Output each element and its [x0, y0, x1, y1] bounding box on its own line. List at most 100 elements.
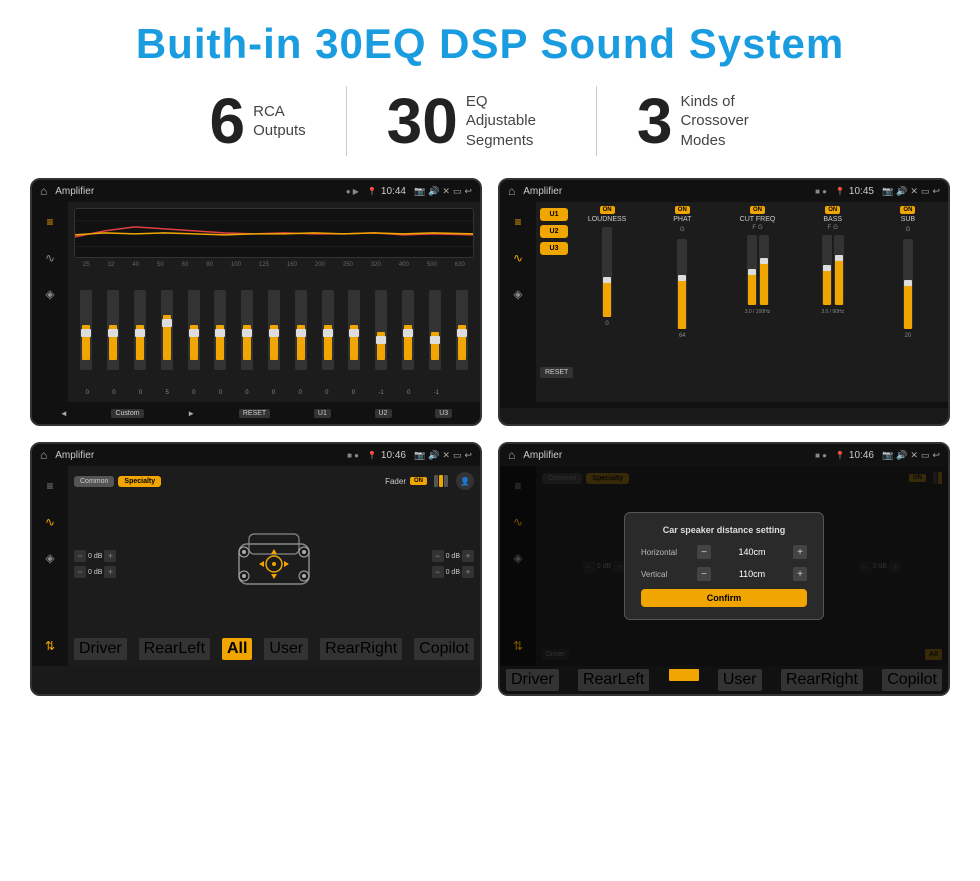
eq-slider-13[interactable] [402, 290, 414, 370]
left-top-plus[interactable]: + [104, 550, 116, 562]
eq-slider-12[interactable] [375, 290, 387, 370]
eq-slider-3[interactable] [134, 290, 146, 370]
left-bottom-minus[interactable]: − [74, 566, 86, 578]
eq-u3-button[interactable]: U3 [435, 409, 452, 418]
rearleft-button[interactable]: RearLeft [139, 638, 210, 660]
crossover-reset-button[interactable]: RESET [540, 367, 573, 378]
wave-icon-2[interactable]: ∿ [506, 246, 530, 270]
eq-slider-2[interactable] [107, 290, 119, 370]
fader-dialog-status-bar: ⌂ Amplifier ■ ● 📍 10:46 📷 🔊 ✕ ▭ ↩ [500, 444, 948, 466]
eq-slider-14[interactable] [429, 290, 441, 370]
right-top-minus[interactable]: − [432, 550, 444, 562]
right-bottom-plus[interactable]: + [462, 566, 474, 578]
left-top-minus[interactable]: − [74, 550, 86, 562]
eq-slider-7[interactable] [241, 290, 253, 370]
crossover-bottom-bar [500, 402, 948, 408]
speaker-icon-2[interactable]: ◈ [506, 282, 530, 306]
eq-slider-8[interactable] [268, 290, 280, 370]
driver-button[interactable]: Driver [74, 638, 127, 660]
cutfreq-on-badge: ON [750, 206, 765, 214]
rearright-button[interactable]: RearRight [320, 638, 402, 660]
back-icon: ↩ [464, 186, 472, 197]
wave-icon[interactable]: ∿ [38, 246, 62, 270]
eq-prev-button[interactable]: ◄ [60, 409, 68, 418]
vertical-plus-button[interactable]: + [793, 567, 807, 581]
horizontal-minus-button[interactable]: − [697, 545, 711, 559]
speaker-icon[interactable]: ◈ [38, 282, 62, 306]
crossover-app-name: Amplifier [523, 186, 811, 197]
bass-slider-f[interactable] [822, 235, 832, 305]
stat-rca-label: RCAOutputs [253, 102, 306, 141]
eq-icon-2[interactable]: ≡ [506, 210, 530, 234]
preset-u2-button[interactable]: U2 [540, 225, 568, 238]
wave-icon-3[interactable]: ∿ [38, 510, 62, 534]
horizontal-plus-button[interactable]: + [793, 545, 807, 559]
eq-slider-11[interactable] [348, 290, 360, 370]
vertical-row: Vertical − 110cm + [641, 567, 807, 581]
right-bottom-minus[interactable]: − [432, 566, 444, 578]
eq-icon-3[interactable]: ≡ [38, 474, 62, 498]
battery-icon: ▭ [453, 186, 462, 197]
close-icon-3: ✕ [442, 450, 450, 461]
eq-sliders[interactable] [74, 272, 474, 388]
eq-u2-button[interactable]: U2 [375, 409, 392, 418]
home-icon-4[interactable]: ⌂ [508, 448, 515, 462]
fader-icon[interactable]: ⇅ [38, 634, 62, 658]
rearright-button-4[interactable]: RearRight [781, 669, 863, 691]
eq-side-icons: ≡ ∿ ◈ [32, 202, 68, 402]
eq-slider-10[interactable] [322, 290, 334, 370]
preset-u3-button[interactable]: U3 [540, 242, 568, 255]
preset-u1-button[interactable]: U1 [540, 208, 568, 221]
eq-icon[interactable]: ≡ [38, 210, 62, 234]
person-icon: 👤 [460, 477, 470, 486]
eq-custom-button[interactable]: Custom [111, 409, 143, 418]
vertical-minus-button[interactable]: − [697, 567, 711, 581]
eq-slider-4[interactable] [161, 290, 173, 370]
screenshots-grid: ⌂ Amplifier ● ▶ 📍 10:44 📷 🔊 ✕ ▭ ↩ ≡ ∿ ◈ [30, 178, 950, 696]
left-bottom-plus[interactable]: + [104, 566, 116, 578]
eq-next-button[interactable]: ► [187, 409, 195, 418]
eq-reset-button[interactable]: RESET [239, 409, 270, 418]
eq-main-content: 2532405063 80100125160200 25032040050063… [68, 202, 480, 402]
rearleft-button-4[interactable]: RearLeft [578, 669, 649, 691]
eq-u1-button[interactable]: U1 [314, 409, 331, 418]
eq-slider-9[interactable] [295, 290, 307, 370]
speaker-icon-3[interactable]: ◈ [38, 546, 62, 570]
common-button[interactable]: Common [74, 476, 114, 487]
copilot-button-4[interactable]: Copilot [882, 669, 942, 691]
eq-slider-1[interactable] [80, 290, 92, 370]
fader-label: Fader [385, 477, 406, 486]
sub-label: SUB [901, 216, 915, 223]
stat-rca: 6 RCAOutputs [170, 89, 346, 153]
user-button[interactable]: User [264, 638, 308, 660]
specialty-button[interactable]: Specialty [118, 476, 161, 487]
loudness-slider[interactable] [602, 227, 612, 317]
user-button-4[interactable]: User [718, 669, 762, 691]
copilot-button[interactable]: Copilot [414, 638, 474, 660]
eq-slider-15[interactable] [456, 290, 468, 370]
home-icon-3[interactable]: ⌂ [40, 448, 47, 462]
bass-slider-g[interactable] [834, 235, 844, 305]
driver-button-4[interactable]: Driver [506, 669, 559, 691]
cutfreq-slider-g[interactable] [759, 235, 769, 305]
phat-slider[interactable] [677, 239, 687, 329]
home-icon-2[interactable]: ⌂ [508, 184, 515, 198]
fader-dialog-time: 10:46 [849, 450, 874, 461]
all-button[interactable]: All [222, 638, 252, 660]
sub-on-badge: ON [900, 206, 915, 214]
left-controls: − 0 dB + − 0 dB + [74, 550, 116, 578]
right-top-control: − 0 dB + [432, 550, 474, 562]
battery-icon-2: ▭ [921, 186, 930, 197]
cutfreq-slider-f[interactable] [747, 235, 757, 305]
eq-slider-5[interactable] [188, 290, 200, 370]
volume-icon-2: 🔊 [896, 186, 907, 197]
sub-slider[interactable] [903, 239, 913, 329]
right-top-plus[interactable]: + [462, 550, 474, 562]
home-icon[interactable]: ⌂ [40, 184, 47, 198]
confirm-button[interactable]: Confirm [641, 589, 807, 607]
sub-channel: ON SUB G 20 [872, 206, 944, 398]
eq-slider-6[interactable] [214, 290, 226, 370]
camera-icon: 📷 [414, 186, 425, 197]
stat-eq: 30 EQ AdjustableSegments [347, 89, 596, 153]
car-diagram [224, 524, 324, 604]
